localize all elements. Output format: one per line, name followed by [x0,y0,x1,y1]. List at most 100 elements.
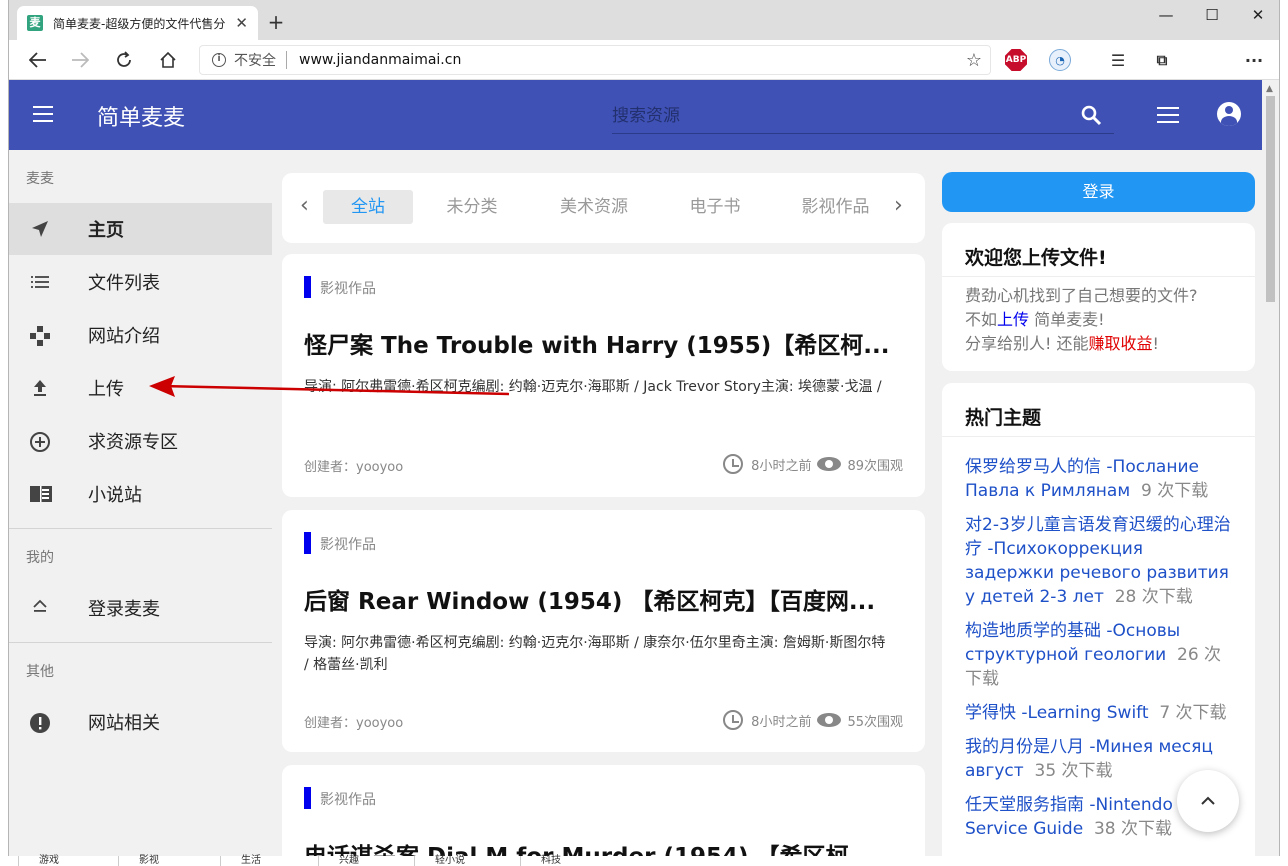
eye-icon [817,457,842,471]
nav-item-home[interactable]: 主页 [9,203,272,255]
post-author: 创建者：yooyoo [304,460,404,475]
taskbar-strip [0,856,1280,866]
web-page: 简单麦麦 麦麦 主页 文件列表 网站介绍 [9,80,1264,866]
login-button[interactable]: 登录 [942,172,1255,212]
post-card[interactable]: 影视作品 电话谋杀案 Dial M for Murder (1954) 【希区柯… [282,765,925,866]
more-icon[interactable]: ··· [1243,49,1265,71]
nav-item-file-list[interactable]: 文件列表 [9,256,272,308]
gamepad-icon [29,325,51,347]
welcome-title: 欢迎您上传文件! [965,247,1107,269]
nav-item-label: 登录麦麦 [88,599,160,620]
upload-icon [29,378,51,400]
site-brand[interactable]: 简单麦麦 [97,100,185,132]
extension-icon[interactable]: ◔ [1049,49,1071,71]
taskbar-item[interactable]: 科技 [520,856,561,866]
list-item[interactable]: 对2-3岁儿童言语发育迟缓的心理治疗 -Психокоррекция задер… [965,513,1235,609]
title-bar: 麦 简单麦麦-超级方便的文件代售分 ✕ + — ☐ ✕ [9,0,1279,40]
drawer-group-title: 我的 [26,550,54,566]
annotation-arrow [149,376,510,397]
taskbar-item[interactable]: 轻小说 [414,856,465,866]
drawer-divider [9,528,272,529]
category-marker [304,787,311,809]
scroll-thumb[interactable] [1266,96,1275,302]
nav-item-login[interactable]: 登录麦麦 [9,582,272,634]
adblock-icon[interactable]: ABP [1005,49,1027,71]
clock-icon [723,710,744,730]
post-author: 创建者：yooyoo [304,716,404,731]
taskbar-item[interactable]: 生活 [220,856,261,866]
taskbar-item[interactable]: 兴趣 [318,856,359,866]
post-title[interactable]: 后窗 Rear Window (1954) 【希区柯克】【百度网... [304,582,904,616]
eject-icon [29,598,51,620]
nav-drawer: 麦麦 主页 文件列表 网站介绍 上传 求资源专区 小说站 我的 登录麦麦 其他 … [9,150,272,866]
category-marker [304,276,311,298]
back-icon[interactable] [23,46,53,74]
taskbar-item[interactable]: 影视 [118,856,159,866]
favicon: 麦 [27,15,43,31]
favorite-star-icon[interactable]: ☆ [966,50,982,71]
search-input[interactable] [612,102,1072,130]
scrollbar[interactable]: ▲ [1262,80,1279,866]
scroll-top-button[interactable] [1177,770,1239,832]
upload-link[interactable]: 上传 [997,310,1029,329]
tab-title: 简单麦麦-超级方便的文件代售分 [53,16,226,31]
search-icon[interactable] [1080,104,1102,126]
collections-icon[interactable]: ⧉ [1151,49,1173,71]
nav-item-label: 上传 [88,379,124,400]
tab-ebook[interactable]: 电子书 [670,190,760,224]
app-bar: 简单麦麦 [9,80,1264,150]
list-item[interactable]: 构造地质学的基础 -Основы структурной геологии 26… [965,619,1235,691]
welcome-text: 费劲心机找到了自己想要的文件? 不如上传 简单麦麦! 分享给别人! 还能赚取收益… [965,286,1198,353]
minimize-icon[interactable]: — [1143,0,1189,30]
drawer-divider [9,642,272,643]
chevron-right-icon[interactable]: › [894,193,903,218]
url-text[interactable]: www.jiandanmaimai.cn [299,52,461,68]
refresh-icon[interactable] [109,46,139,74]
nav-item-label: 网站相关 [88,713,160,734]
post-title[interactable]: 怪尸案 The Trouble with Harry (1955)【希区柯... [304,326,904,360]
post-views: 55次围观 [847,714,903,730]
search-box [612,98,1114,134]
nav-item-site-intro[interactable]: 网站介绍 [9,309,272,361]
chevron-left-icon[interactable]: ‹ [300,193,309,218]
clock-icon [723,454,744,474]
list-item[interactable]: 学得快 -Learning Swift 7 次下载 [965,701,1235,725]
browser-tab[interactable]: 麦 简单麦麦-超级方便的文件代售分 ✕ [17,6,258,40]
forward-icon[interactable] [65,46,95,74]
category-marker [304,532,311,554]
favorites-icon[interactable]: ☰ [1107,49,1129,71]
list-item[interactable]: 保罗给罗马人的信 -Послание Павла к Римлянам 9 次下… [965,455,1235,503]
list-icon [29,272,51,294]
menu-list-icon[interactable] [1157,107,1179,124]
tab-uncategorized[interactable]: 未分类 [427,190,517,224]
tab-film[interactable]: 影视作品 [788,190,883,224]
post-views: 89次围观 [847,458,903,474]
post-meta: 8小时之前 55次围观 [723,710,903,730]
tab-art[interactable]: 美术资源 [544,190,644,224]
home-icon[interactable] [153,46,183,74]
welcome-card: 欢迎您上传文件! 费劲心机找到了自己想要的文件? 不如上传 简单麦麦! 分享给别… [942,223,1255,371]
post-category[interactable]: 影视作品 [320,278,376,298]
close-window-icon[interactable]: ✕ [1235,0,1279,30]
nav-item-about[interactable]: 网站相关 [9,696,272,748]
post-meta: 8小时之前 89次围观 [723,454,903,474]
maximize-icon[interactable]: ☐ [1189,0,1235,30]
send-icon [29,219,51,241]
nav-item-novel[interactable]: 小说站 [9,468,272,520]
post-category[interactable]: 影视作品 [320,789,376,809]
address-bar[interactable]: i 不安全 www.jiandanmaimai.cn ☆ [199,45,991,75]
menu-icon[interactable] [33,106,55,123]
security-label: 不安全 [234,53,276,69]
scroll-up-icon[interactable]: ▲ [1266,84,1273,94]
post-card[interactable]: 影视作品 后窗 Rear Window (1954) 【希区柯克】【百度网...… [282,510,925,752]
nav-item-request[interactable]: 求资源专区 [9,415,272,467]
post-category[interactable]: 影视作品 [320,534,376,554]
close-tab-icon[interactable]: ✕ [235,14,248,32]
nav-item-label: 小说站 [88,485,142,506]
tab-all[interactable]: 全站 [323,190,413,224]
new-tab-icon[interactable]: + [262,8,290,36]
info-icon[interactable]: i [212,53,226,67]
account-icon[interactable] [1217,102,1241,126]
taskbar-item[interactable]: 游戏 [18,856,59,866]
drawer-group-title: 麦麦 [26,171,54,187]
